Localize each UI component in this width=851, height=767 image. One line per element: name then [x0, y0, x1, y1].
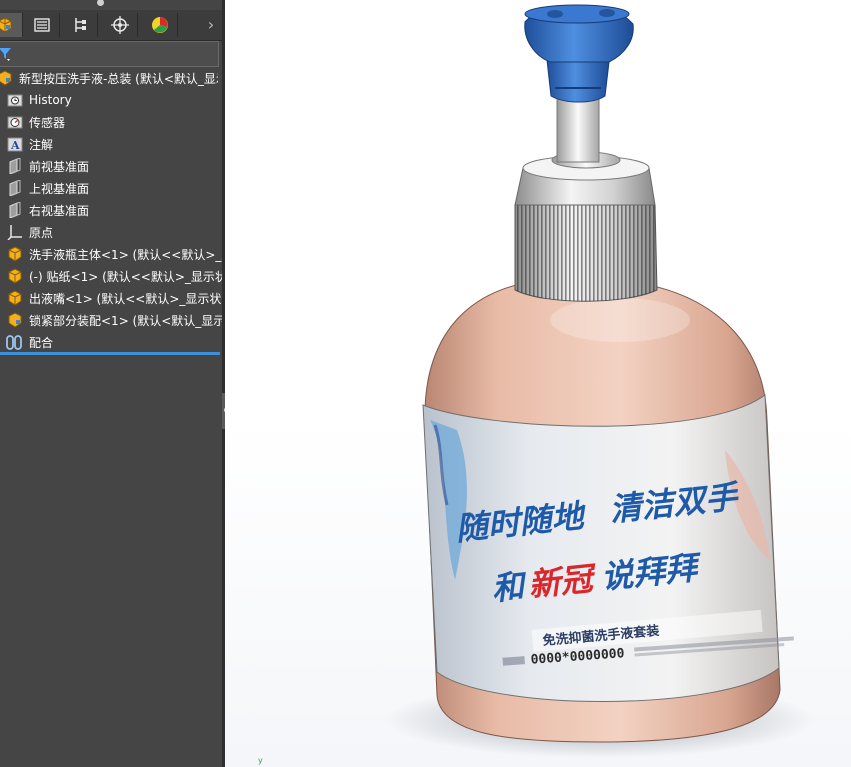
tree-item[interactable]: 原点	[6, 221, 222, 243]
tab-configuration-manager[interactable]	[63, 13, 98, 37]
sensor-icon	[6, 113, 24, 131]
tree-item-label: 上视基准面	[29, 181, 90, 196]
tree-item-label: History	[29, 93, 72, 107]
tree-end-marker	[0, 352, 220, 355]
part-icon	[6, 289, 24, 307]
part-icon	[6, 245, 24, 263]
filter-icon[interactable]	[0, 45, 14, 61]
tree-item-label: 右视基准面	[29, 203, 90, 218]
property-manager-icon	[34, 18, 50, 32]
display-manager-icon	[152, 17, 168, 33]
tab-dimxpert[interactable]	[103, 13, 138, 37]
pump-neck	[546, 59, 610, 103]
tree-item-label: (-) 贴纸<1> (默认<<默认>_显示状	[29, 269, 222, 284]
tree-item[interactable]: 出液嘴<1> (默认<<默认>_显示状	[6, 287, 222, 309]
tree-item-label: 传感器	[29, 115, 66, 130]
tree-item[interactable]: 配合	[6, 331, 222, 353]
tree-item[interactable]: (-) 贴纸<1> (默认<<默认>_显示状	[6, 265, 222, 287]
tree-item-label: 出液嘴<1> (默认<<默认>_显示状	[29, 291, 222, 306]
tree-item-label: 注解	[29, 137, 54, 152]
tree-item-label: 锁紧部分装配<1> (默认<默认_显示	[29, 313, 222, 328]
tree-item[interactable]: 锁紧部分装配<1> (默认<默认_显示	[6, 309, 222, 331]
annotation-icon: A	[6, 135, 24, 153]
svg-text:A: A	[10, 139, 20, 152]
feature-manager-icon	[0, 17, 12, 33]
tree-item[interactable]: History	[6, 89, 222, 111]
plane-icon	[6, 201, 24, 219]
mates-icon	[6, 333, 24, 351]
graphics-area[interactable]: 随时随地 清洁双手 和 新冠 说拜拜 免洗抑菌洗手液套装 0000*000000…	[225, 0, 851, 767]
panel-tab-bar: ›	[0, 10, 222, 41]
label-line2b: 新冠	[527, 559, 600, 604]
plane-icon	[6, 179, 24, 197]
assembly-icon	[0, 69, 14, 87]
configuration-manager-icon	[75, 18, 86, 32]
tree-item[interactable]: 传感器	[6, 111, 222, 133]
tab-display-manager[interactable]	[143, 13, 178, 37]
tab-property-manager[interactable]	[25, 13, 60, 37]
panel-grip-icon[interactable]	[97, 0, 104, 6]
tree-item-label: 配合	[29, 335, 54, 350]
tabs-overflow-chevron-icon[interactable]: ›	[204, 13, 218, 37]
tree-filter-box[interactable]	[0, 41, 219, 67]
assembly-icon	[6, 311, 24, 329]
plane-icon	[6, 157, 24, 175]
tree-item[interactable]: 右视基准面	[6, 199, 222, 221]
feature-manager-panel: › 新型按压洗手液-总装 (默认<默认_显示状 History 传感器 A 注解前视基…	[0, 0, 222, 767]
tree-item[interactable]: A 注解	[6, 133, 222, 155]
bottle-model: 随时随地 清洁双手 和 新冠 说拜拜 免洗抑菌洗手液套装 0000*000000…	[385, 4, 815, 758]
tree-item[interactable]: 前视基准面	[6, 155, 222, 177]
origin-icon	[6, 223, 24, 241]
pump-stem	[556, 95, 600, 163]
tree-item[interactable]: 上视基准面	[6, 177, 222, 199]
part-icon	[6, 267, 24, 285]
tree-item[interactable]: 洗手液瓶主体<1> (默认<<默认>_显	[6, 243, 222, 265]
history-icon	[6, 91, 24, 109]
tree-root-assembly[interactable]: 新型按压洗手液-总装 (默认<默认_显示状	[0, 67, 218, 89]
tree-item-label: 洗手液瓶主体<1> (默认<<默认>_显	[29, 247, 222, 262]
tree-item-label: 前视基准面	[29, 159, 90, 174]
tree-root-label: 新型按压洗手液-总装 (默认<默认_显示状	[19, 71, 218, 86]
tree-item-label: 原点	[29, 225, 54, 240]
view-triad-icon: y	[258, 756, 263, 765]
dimxpert-icon	[111, 16, 129, 34]
tab-feature-manager[interactable]	[0, 13, 23, 37]
